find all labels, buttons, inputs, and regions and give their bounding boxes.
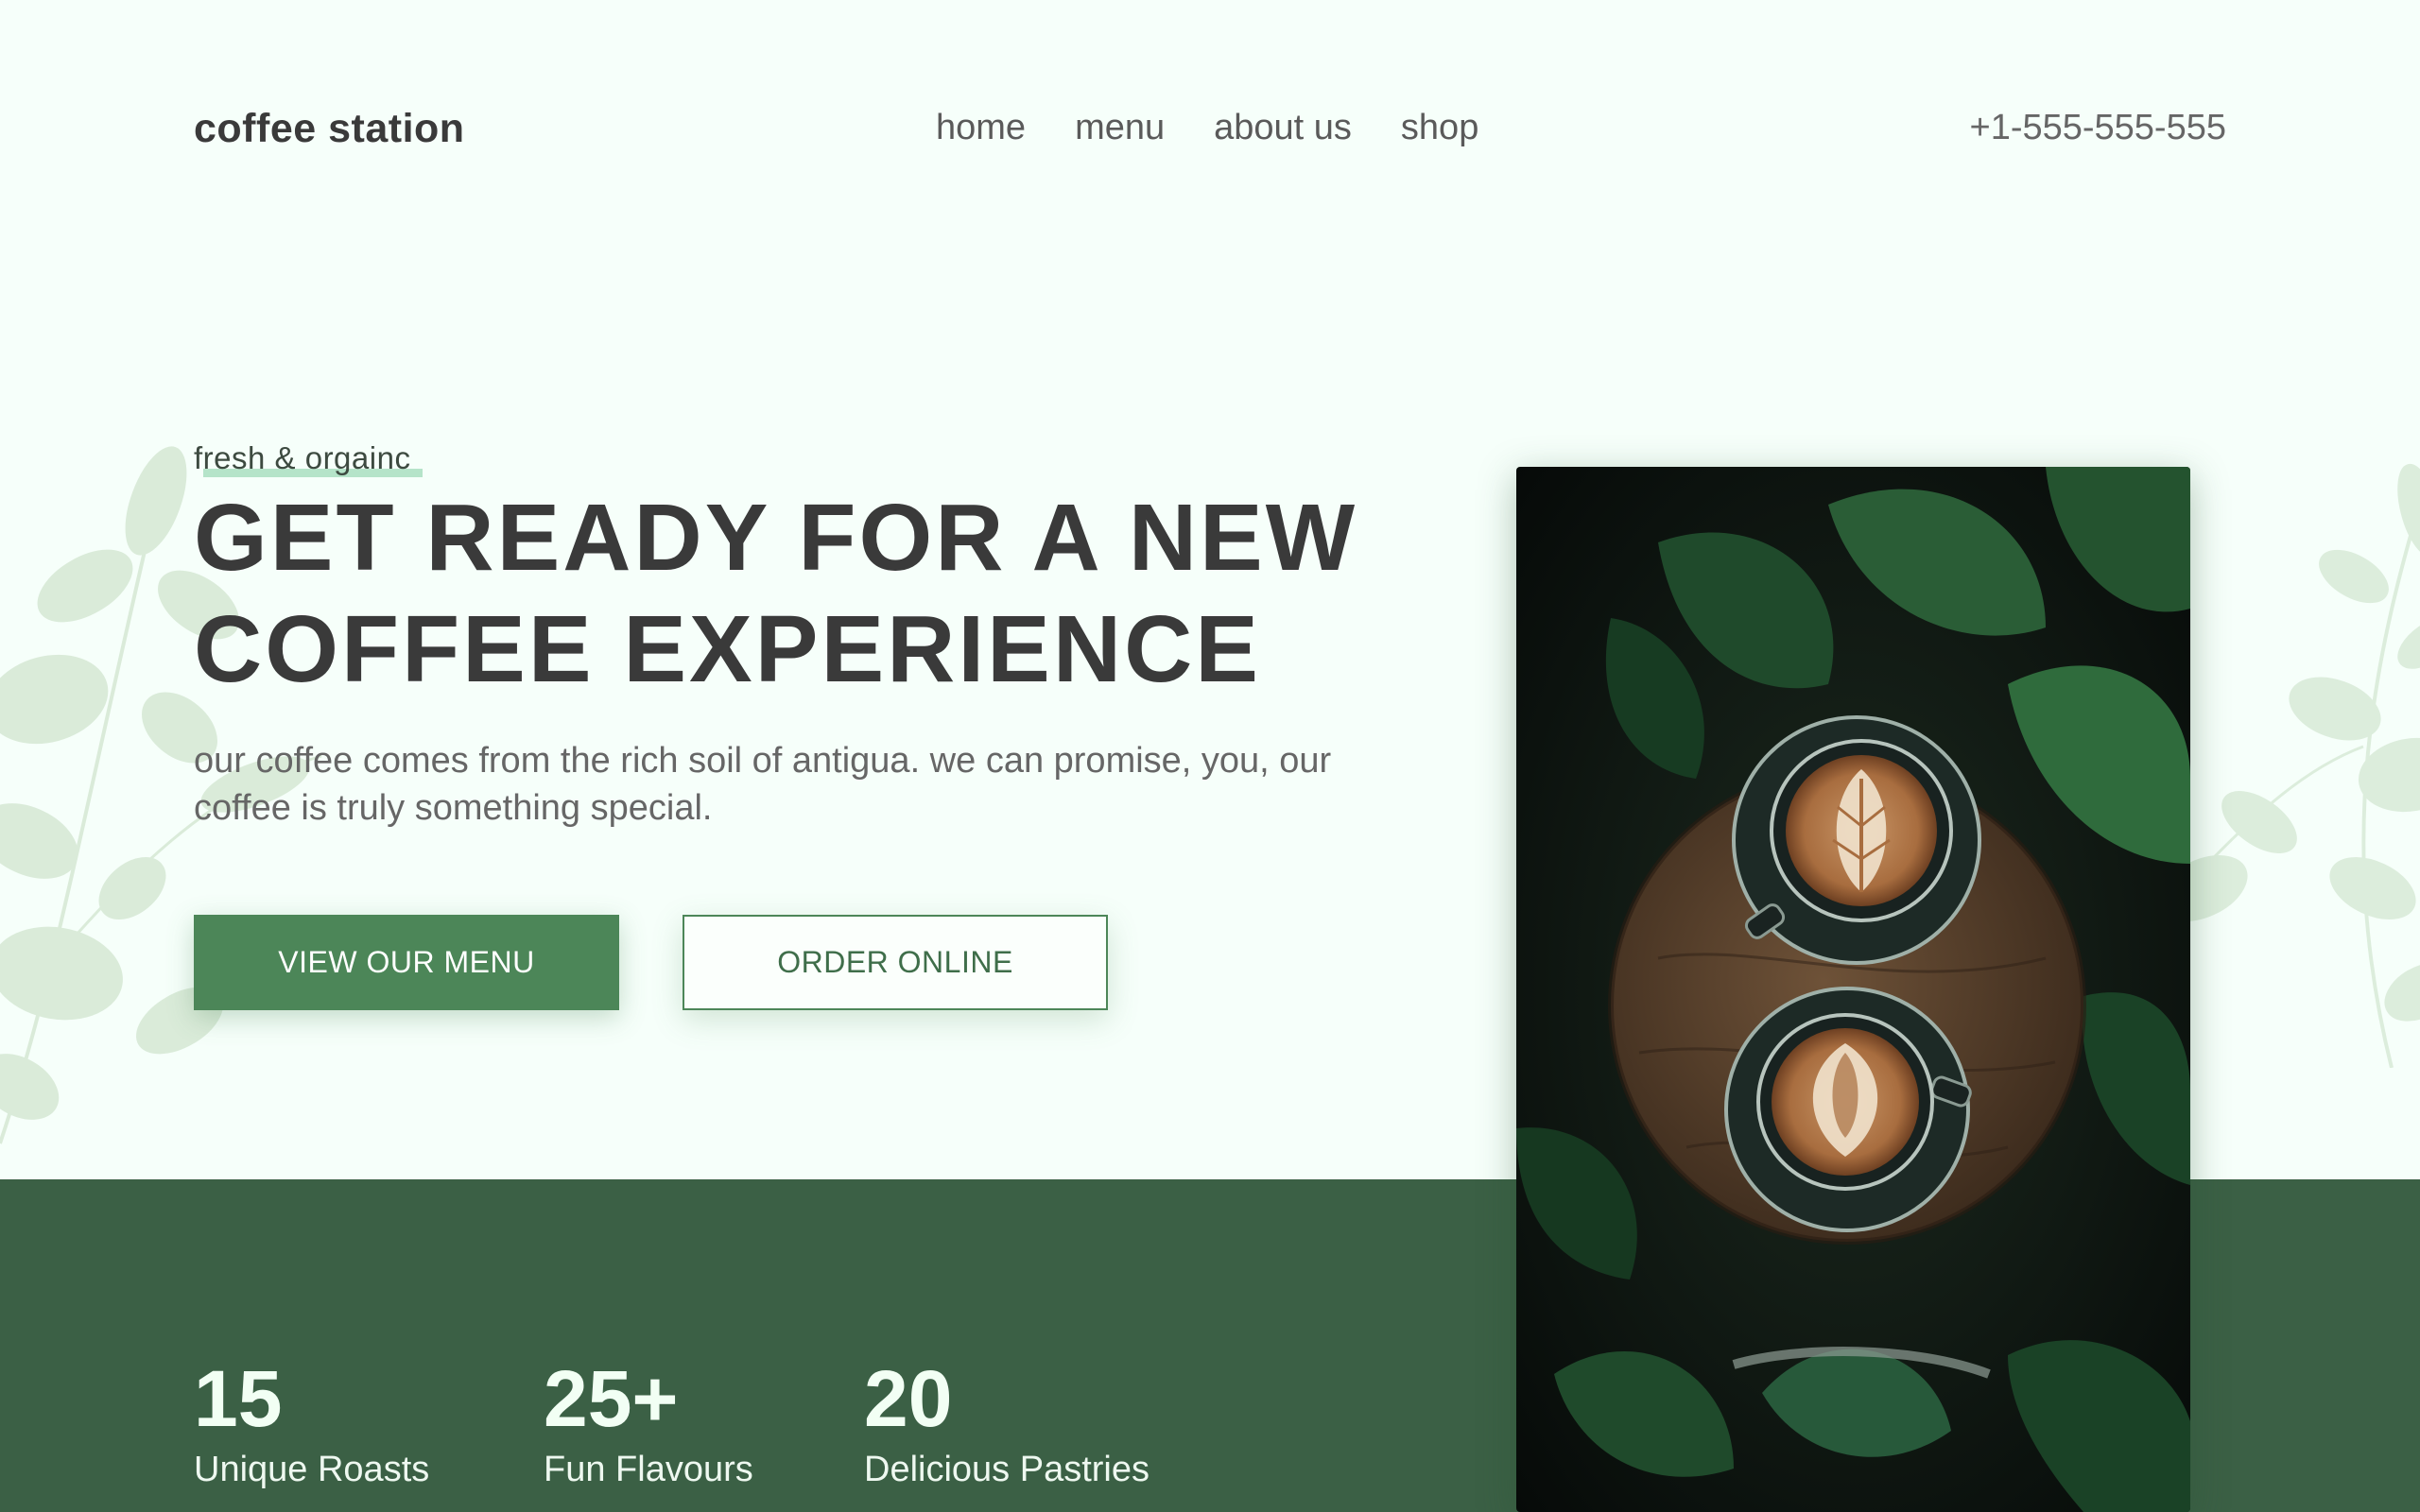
hero-headline-line-1: GET READY FOR A NEW [194, 485, 1358, 591]
stat-label: Fun Flavours [544, 1450, 753, 1489]
hero-intro: our coffee comes from the rich soil of a… [194, 737, 1413, 832]
nav-link-menu[interactable]: menu [1075, 108, 1165, 148]
main-nav: home menu about us shop [936, 108, 1478, 148]
stat-fun-flavours: 25+ Fun Flavours [544, 1351, 753, 1491]
hero-headline-line-2: COFFEE EXPERIENCE [194, 596, 1261, 702]
latte-cups-image [1516, 467, 2190, 1512]
nav-link-about-us[interactable]: about us [1214, 108, 1352, 148]
hero-coffee-photo [1516, 467, 2190, 1512]
order-online-button[interactable]: ORDER ONLINE [683, 915, 1108, 1010]
hero-intro-line-2: coffee is truly something special. [194, 788, 713, 828]
view-menu-button[interactable]: VIEW OUR MENU [194, 915, 619, 1010]
stat-number: 15 [194, 1354, 283, 1443]
hero-eyebrow: fresh & orgainc [194, 440, 410, 476]
stat-label: Unique Roasts [194, 1450, 430, 1489]
hero-headline: GET READY FOR A NEW COFFEE EXPERIENCE [194, 482, 1423, 705]
nav-link-shop[interactable]: shop [1401, 108, 1478, 148]
hero-eyebrow-text: fresh & orgainc [194, 440, 411, 475]
stat-number: 20 [864, 1354, 953, 1443]
stat-unique-roasts: 15 Unique Roasts [194, 1351, 429, 1491]
stat-label: Delicious Pastries [864, 1450, 1150, 1489]
nav-link-home[interactable]: home [936, 108, 1026, 148]
stat-number: 25+ [544, 1354, 679, 1443]
hero-intro-line-1: our coffee comes from the rich soil of a… [194, 741, 1332, 781]
stat-delicious-pastries: 20 Delicious Pastries [864, 1351, 1150, 1491]
brand-logo[interactable]: coffee station [194, 106, 465, 152]
phone-number[interactable]: +1-555-555-555 [1970, 108, 2227, 148]
